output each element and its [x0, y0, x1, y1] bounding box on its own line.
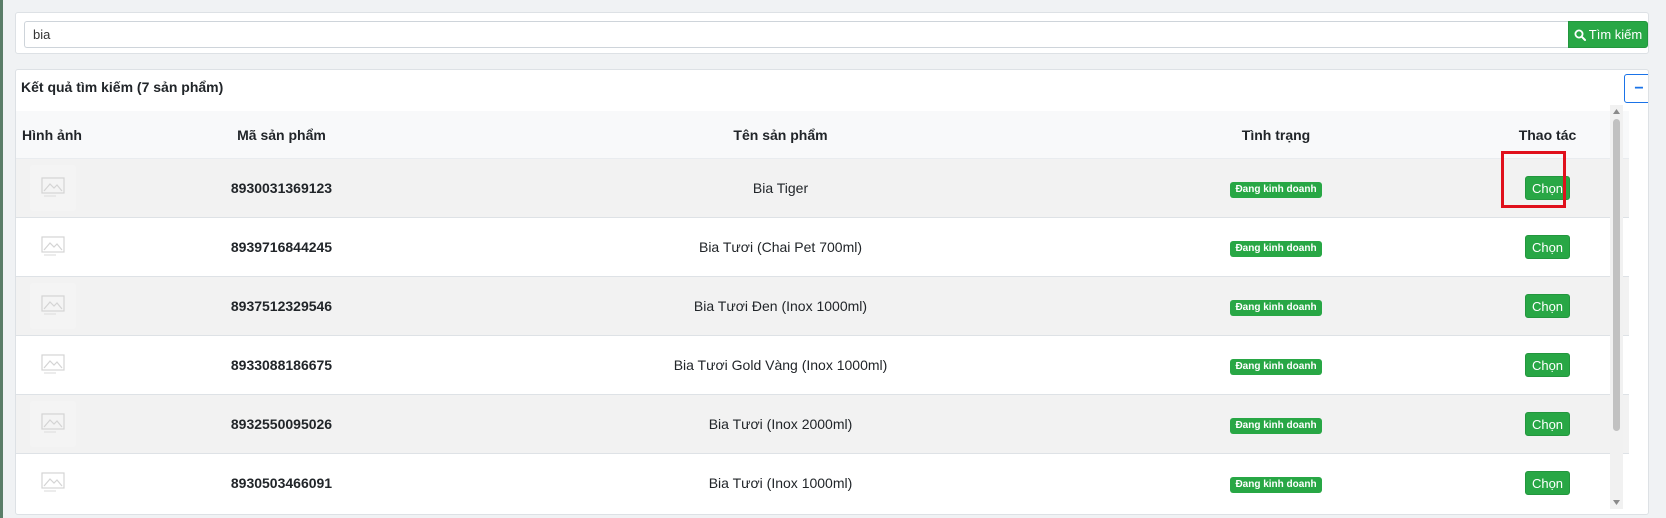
collapse-button[interactable]: − [1624, 74, 1648, 103]
status-badge: Đang kinh doanh [1230, 240, 1322, 257]
choose-button[interactable]: Chọn [1524, 353, 1571, 377]
product-code: 8932550095026 [88, 394, 475, 454]
search-card: Tìm kiếm [15, 12, 1649, 54]
table-row: 8939716844245 Bia Tươi (Chai Pet 700ml) … [16, 217, 1629, 277]
product-image-placeholder-icon [30, 401, 76, 447]
status-badge: Đang kinh doanh [1230, 417, 1322, 434]
choose-button[interactable]: Chọn [1524, 471, 1571, 495]
search-button[interactable]: Tìm kiếm [1568, 21, 1648, 48]
product-code: 8937512329546 [88, 276, 475, 336]
product-name: Bia Tươi Gold Vàng (Inox 1000ml) [475, 335, 1086, 395]
search-input[interactable] [24, 21, 1572, 48]
column-header-code: Mã sản phẩm [88, 111, 475, 159]
scroll-up-arrow-icon[interactable] [1610, 105, 1623, 118]
product-image-placeholder-icon [30, 460, 76, 506]
table-scrollbar[interactable] [1610, 105, 1623, 509]
column-header-action: Thao tác [1466, 111, 1629, 159]
results-table-wrapper: Hình ảnh Mã sản phẩm Tên sản phẩm Tình t… [16, 111, 1629, 514]
table-row: 8930031369123 Bia Tiger Đang kinh doanh … [16, 158, 1629, 218]
window-left-edge [0, 0, 3, 518]
choose-button[interactable]: Chọn [1524, 235, 1571, 259]
scrollbar-thumb[interactable] [1613, 119, 1620, 431]
product-code: 8939716844245 [88, 217, 475, 277]
product-name: Bia Tươi (Chai Pet 700ml) [475, 217, 1086, 277]
product-image-placeholder-icon [30, 165, 76, 211]
choose-button[interactable]: Chọn [1524, 294, 1571, 318]
product-code: 8930503466091 [88, 453, 475, 512]
product-image-placeholder-icon [30, 342, 76, 388]
product-image-placeholder-icon [30, 224, 76, 270]
product-name: Bia Tươi (Inox 1000ml) [475, 453, 1086, 512]
scroll-down-arrow-icon[interactable] [1610, 496, 1623, 509]
status-badge: Đang kinh doanh [1230, 299, 1322, 316]
choose-button[interactable]: Chọn [1524, 412, 1571, 436]
column-header-image: Hình ảnh [16, 111, 88, 159]
product-name: Bia Tươi Đen (Inox 1000ml) [475, 276, 1086, 336]
product-image-placeholder-icon [30, 283, 76, 329]
choose-button[interactable]: Chọn [1524, 176, 1571, 200]
column-header-name: Tên sản phẩm [475, 111, 1086, 159]
table-row: 8933088186675 Bia Tươi Gold Vàng (Inox 1… [16, 335, 1629, 395]
product-code: 8930031369123 [88, 158, 475, 218]
table-row: 8930503466091 Bia Tươi (Inox 1000ml) Đan… [16, 453, 1629, 512]
results-title: Kết quả tìm kiếm (7 sản phẩm) [21, 79, 224, 95]
status-badge: Đang kinh doanh [1230, 181, 1322, 198]
column-header-status: Tình trạng [1086, 111, 1466, 159]
table-row: 8937512329546 Bia Tươi Đen (Inox 1000ml)… [16, 276, 1629, 336]
product-code: 8933088186675 [88, 335, 475, 395]
results-card: Kết quả tìm kiếm (7 sản phẩm) − Hình ảnh… [15, 69, 1649, 515]
search-icon [1574, 29, 1586, 41]
results-table: Hình ảnh Mã sản phẩm Tên sản phẩm Tình t… [16, 111, 1629, 512]
status-badge: Đang kinh doanh [1230, 358, 1322, 375]
status-badge: Đang kinh doanh [1230, 476, 1322, 493]
product-name: Bia Tiger [475, 158, 1086, 218]
table-header-row: Hình ảnh Mã sản phẩm Tên sản phẩm Tình t… [16, 111, 1629, 159]
search-button-label: Tìm kiếm [1588, 27, 1643, 42]
product-name: Bia Tươi (Inox 2000ml) [475, 394, 1086, 454]
table-row: 8932550095026 Bia Tươi (Inox 2000ml) Đan… [16, 394, 1629, 454]
